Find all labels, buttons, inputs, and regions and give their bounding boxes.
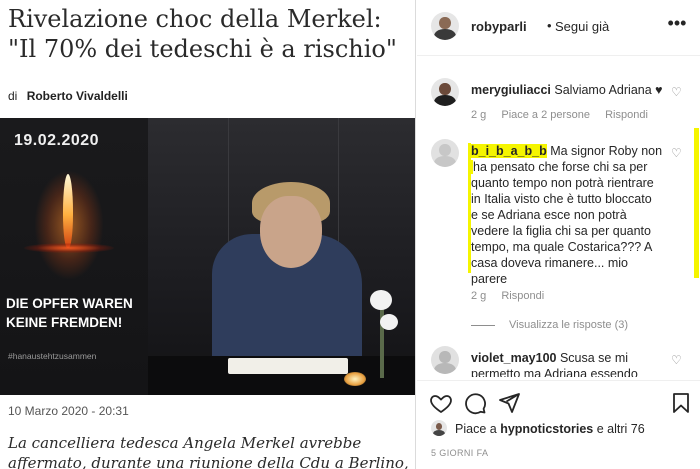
bookmark-icon[interactable] bbox=[669, 391, 693, 415]
comment-line: tempo, ma quale Costarica??? A bbox=[471, 240, 653, 254]
article-panel: Rivelazione choc della Merkel: "Il 70% d… bbox=[0, 0, 416, 469]
comment-username[interactable]: b_i_b_a_b_b bbox=[471, 144, 547, 158]
comment-likes[interactable]: Piace a 2 persone bbox=[501, 109, 590, 121]
byline-prefix: di bbox=[8, 89, 18, 103]
share-icon[interactable] bbox=[497, 391, 521, 415]
banner-text-line-1: DIE OPFER WAREN bbox=[6, 296, 133, 311]
heart-icon[interactable] bbox=[429, 391, 453, 415]
likes-user[interactable]: hypnoticstories bbox=[500, 422, 593, 436]
memorial-banner: 19.02.2020 DIE OPFER WAREN KEINE FREMDEN… bbox=[0, 118, 148, 395]
comment-icon[interactable] bbox=[463, 391, 487, 415]
post-timestamp: 5 GIORNI FA bbox=[431, 448, 489, 458]
comment-text: merygiuliacci Salviamo Adriana ♥ bbox=[471, 82, 671, 98]
likes-suffix[interactable]: e altri 76 bbox=[597, 422, 645, 436]
comment-text: b_i_b_a_b_b Ma signor Roby non ha pensat… bbox=[471, 143, 671, 287]
comment-username[interactable]: merygiuliacci bbox=[471, 83, 551, 97]
banner-text-line-2: KEINE FREMDEN! bbox=[6, 315, 123, 330]
comment-line: Ma signor Roby non bbox=[550, 144, 663, 158]
post-header: robyparli • Segui già ••• bbox=[417, 0, 700, 56]
comment-line: casa doveva rimanere... mio bbox=[471, 256, 629, 270]
banner-text: DIE OPFER WAREN KEINE FREMDEN! bbox=[6, 294, 146, 332]
heart-icon[interactable]: ♡ bbox=[671, 147, 683, 159]
article-headline: Rivelazione choc della Merkel: "Il 70% d… bbox=[8, 4, 412, 64]
comment-line: parere bbox=[471, 272, 508, 286]
banner-hashtag: #hanaustehtzusammen bbox=[8, 351, 97, 361]
comment-body: Salviamo Adriana ♥ bbox=[554, 83, 663, 97]
candle-base bbox=[24, 243, 114, 253]
lead-line-2: affermato, durante una riunione della Cd… bbox=[8, 454, 409, 469]
comment-line: e se Adriana esce non potrà bbox=[471, 208, 627, 222]
comment-line: ha pensato che forse chi sa per bbox=[473, 160, 648, 174]
heart-icon[interactable]: ♡ bbox=[671, 86, 683, 98]
comment-age: 2 g bbox=[471, 109, 487, 121]
view-replies-label[interactable]: Visualizza le risposte (3) bbox=[509, 319, 628, 331]
author-name: Roberto Vivaldelli bbox=[26, 89, 128, 103]
lead-line-1: La cancelliera tedesca Angela Merkel avr… bbox=[8, 434, 362, 452]
comment-age: 2 g bbox=[471, 290, 487, 302]
tea-light bbox=[344, 372, 366, 386]
following-button[interactable]: Segui già bbox=[555, 19, 609, 34]
view-replies-link[interactable]: Visualizza le risposte (3) bbox=[471, 319, 628, 331]
candle-flame-icon bbox=[63, 174, 73, 248]
avatar[interactable] bbox=[431, 78, 459, 106]
likes-text[interactable]: Piace a hypnoticstories e altri 76 bbox=[455, 422, 645, 436]
separator-dot: • bbox=[547, 18, 552, 33]
condolence-book bbox=[228, 358, 348, 374]
highlight-stroke bbox=[694, 128, 699, 278]
comment-line: Scusa se mi bbox=[559, 351, 629, 365]
avatar[interactable] bbox=[431, 346, 459, 374]
comment-meta: 2 g Piace a 2 persone Rispondi bbox=[471, 109, 660, 121]
likes-summary: Piace a hypnoticstories e altri 76 bbox=[417, 420, 700, 440]
comment-list[interactable]: merygiuliacci Salviamo Adriana ♥ ♡ 2 g P… bbox=[417, 57, 700, 377]
reply-link[interactable]: Rispondi bbox=[605, 109, 648, 121]
highlight-marker bbox=[468, 143, 471, 273]
photo-scene bbox=[148, 118, 415, 395]
likes-prefix: Piace a bbox=[455, 422, 497, 436]
person-head bbox=[260, 196, 322, 268]
post-actions bbox=[417, 380, 700, 422]
banner-date: 19.02.2020 bbox=[14, 132, 100, 149]
article-byline: di Roberto Vivaldelli bbox=[8, 89, 128, 103]
article-photo: 19.02.2020 DIE OPFER WAREN KEINE FREMDEN… bbox=[0, 118, 415, 395]
reply-link[interactable]: Rispondi bbox=[501, 290, 544, 302]
comment-meta: 2 g Rispondi bbox=[471, 290, 556, 302]
comment-text: violet_may100 Scusa se mi permetto ma Ad… bbox=[471, 350, 671, 377]
article-date: 10 Marzo 2020 - 20:31 bbox=[8, 404, 129, 418]
replies-divider bbox=[471, 324, 495, 326]
comment-username[interactable]: violet_may100 bbox=[471, 351, 556, 365]
more-horizontal-icon[interactable]: ••• bbox=[663, 12, 691, 36]
avatar[interactable] bbox=[431, 420, 447, 436]
instagram-panel: robyparli • Segui già ••• merygiuliacci … bbox=[417, 0, 700, 469]
avatar[interactable] bbox=[431, 12, 459, 40]
comment-line: in Italia visto che è tutto bloccato bbox=[471, 192, 652, 206]
heart-icon[interactable]: ♡ bbox=[671, 354, 683, 366]
avatar[interactable] bbox=[431, 139, 459, 167]
comment-line: permetto ma Adriana essendo bbox=[471, 367, 638, 377]
comment-line: vedere la figlia chi sa per quanto bbox=[471, 224, 651, 238]
headline-line-2: "Il 70% dei tedeschi è a rischio" bbox=[8, 35, 397, 63]
white-rose bbox=[380, 314, 398, 330]
article-lead: La cancelliera tedesca Angela Merkel avr… bbox=[8, 433, 412, 469]
comment-line: quanto tempo non potrà rientrare bbox=[471, 176, 654, 190]
post-username[interactable]: robyparli bbox=[471, 19, 527, 34]
white-rose bbox=[370, 290, 392, 310]
headline-line-1: Rivelazione choc della Merkel: bbox=[8, 5, 382, 33]
